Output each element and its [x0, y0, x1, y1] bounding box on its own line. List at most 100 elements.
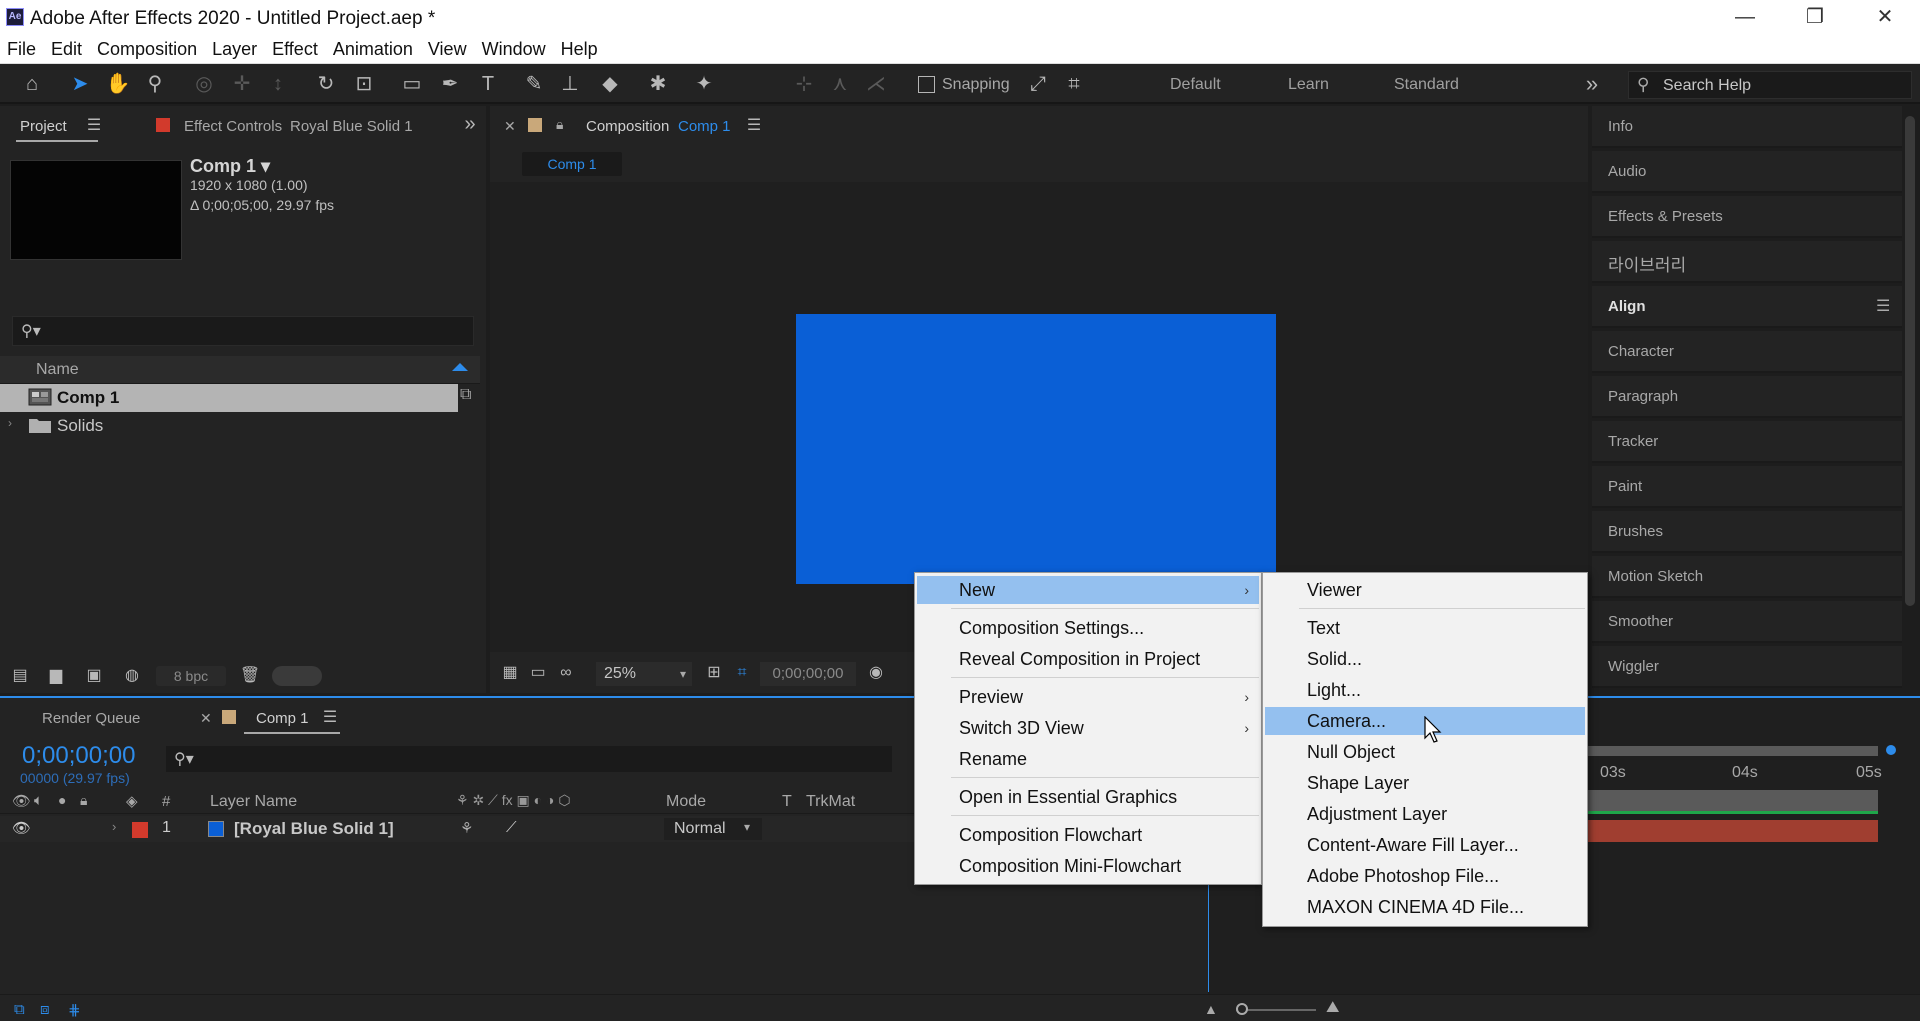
panel-paragraph[interactable]: Paragraph: [1592, 376, 1902, 418]
menu-item-rename[interactable]: Rename: [917, 745, 1259, 773]
layer-switches-toggle-icon[interactable]: ⧉: [14, 1001, 25, 1018]
trash-icon[interactable]: 🗑: [236, 662, 264, 690]
eraser-tool-icon[interactable]: ◆: [596, 70, 624, 98]
tab-timeline-comp[interactable]: Comp 1: [256, 710, 309, 727]
end-marker[interactable]: [1886, 745, 1896, 755]
clone-stamp-tool-icon[interactable]: ⊥: [556, 70, 584, 98]
menu-item-solid[interactable]: Solid...: [1265, 645, 1585, 673]
panel-menu-icon[interactable]: ☰: [316, 704, 344, 732]
time-navigator[interactable]: [1588, 746, 1878, 756]
panel-audio[interactable]: Audio: [1592, 151, 1902, 193]
right-panel-scrollbar[interactable]: [1902, 106, 1918, 606]
selection-tool-icon[interactable]: ➤: [66, 70, 94, 98]
audio-switch-icon[interactable]: 🔈︎: [34, 792, 43, 809]
solo-icon[interactable]: ●: [58, 792, 66, 808]
pan-camera-icon[interactable]: ✛: [228, 70, 256, 98]
blend-mode-dropdown[interactable]: Normal ▾: [664, 818, 762, 840]
comp-info-name[interactable]: Comp 1 ▾: [190, 156, 270, 177]
menu-window[interactable]: Window: [475, 36, 554, 60]
panel-wiggler[interactable]: Wiggler: [1592, 646, 1902, 688]
tab-composition[interactable]: Composition: [586, 118, 669, 135]
menu-item-composition-mini-flowchart[interactable]: Composition Mini-Flowchart: [917, 852, 1259, 880]
close-tab-icon[interactable]: ✕: [504, 118, 516, 135]
snap-features-icon[interactable]: ⌗: [1060, 70, 1088, 98]
rotation-tool-icon[interactable]: ↻: [312, 70, 340, 98]
grid-guide-icon[interactable]: ⊞: [700, 659, 728, 687]
roto-brush-tool-icon[interactable]: ✱: [644, 70, 672, 98]
scrollbar-thumb[interactable]: [1905, 116, 1915, 606]
expand-chevron-icon[interactable]: ›: [112, 819, 116, 834]
menu-item-text[interactable]: Text: [1265, 614, 1585, 642]
panel-overflow-icon[interactable]: »: [456, 110, 484, 138]
restore-button[interactable]: ❐: [1780, 0, 1850, 36]
royal-blue-solid[interactable]: [796, 314, 1276, 584]
timeline-search-input[interactable]: ⚲▾: [166, 746, 892, 772]
menu-item-switch-3d-view[interactable]: Switch 3D View ›: [917, 714, 1259, 742]
local-axis-icon[interactable]: ⊹: [790, 70, 818, 98]
zoom-tool-icon[interactable]: ⚲: [141, 70, 169, 98]
project-settings-icon[interactable]: ◍: [118, 662, 146, 690]
work-area-bar[interactable]: [1588, 790, 1878, 814]
expand-chevron-icon[interactable]: ›: [8, 416, 12, 430]
zoom-in-icon[interactable]: ⛰: [1326, 999, 1339, 1017]
new-composition-icon[interactable]: ▣: [80, 662, 108, 690]
orbit-camera-icon[interactable]: ◎: [190, 70, 218, 98]
menu-composition[interactable]: Composition: [90, 36, 205, 60]
project-item-solids[interactable]: › Solids: [0, 412, 458, 440]
snapping-checkbox[interactable]: [918, 76, 935, 93]
magnification-dropdown[interactable]: 25% ▾: [596, 662, 692, 686]
timeline-current-time[interactable]: 0;00;00;00: [22, 742, 135, 770]
menu-item-preview[interactable]: Preview ›: [917, 683, 1259, 711]
menu-item-composition-settings[interactable]: Composition Settings...: [917, 614, 1259, 642]
video-switch-icon[interactable]: 👁︎: [12, 792, 31, 810]
type-tool-icon[interactable]: T: [474, 70, 502, 98]
thumbnail-slider[interactable]: [272, 666, 322, 686]
menu-item-new[interactable]: New ›: [917, 576, 1259, 604]
panel-motion-sketch[interactable]: Motion Sketch: [1592, 556, 1902, 598]
panel-tracker[interactable]: Tracker: [1592, 421, 1902, 463]
panel-menu-icon[interactable]: ☰: [1876, 296, 1890, 316]
lock-icon[interactable]: 🔒︎: [80, 792, 87, 809]
menu-item-content-aware-fill[interactable]: Content-Aware Fill Layer...: [1265, 831, 1585, 859]
project-item-comp[interactable]: Comp 1: [0, 384, 458, 412]
menu-file[interactable]: File: [0, 36, 44, 60]
panel-character[interactable]: Character: [1592, 331, 1902, 373]
panel-brushes[interactable]: Brushes: [1592, 511, 1902, 553]
snapshot-icon[interactable]: ◉: [862, 659, 890, 687]
pan-behind-tool-icon[interactable]: ⊡: [350, 70, 378, 98]
duration-toggle-icon[interactable]: ⋕: [68, 1001, 81, 1019]
menu-view[interactable]: View: [421, 36, 475, 60]
panel-info[interactable]: Info: [1592, 106, 1902, 148]
close-tab-icon[interactable]: ✕: [200, 710, 212, 727]
puppet-pin-tool-icon[interactable]: ✦: [690, 70, 718, 98]
menu-item-reveal-composition[interactable]: Reveal Composition in Project: [917, 645, 1259, 673]
view-axis-icon[interactable]: ⋌: [862, 70, 890, 98]
layer-duration-bar[interactable]: [1588, 820, 1878, 842]
shy-switch-icon[interactable]: ⚘: [460, 819, 473, 837]
region-of-interest-icon[interactable]: ⌗: [728, 659, 756, 687]
panel-smoother[interactable]: Smoother: [1592, 601, 1902, 643]
quality-switch-icon[interactable]: ⟋: [506, 819, 517, 836]
column-layer-name[interactable]: Layer Name: [210, 793, 297, 811]
workspace-standard[interactable]: Standard: [1394, 76, 1459, 94]
flowchart-icon[interactable]: ⧉: [460, 386, 471, 404]
snap-edges-icon[interactable]: ⤢: [1024, 70, 1052, 98]
eye-icon[interactable]: 👁︎: [12, 819, 31, 837]
monitor-icon[interactable]: ▭: [524, 659, 552, 687]
layer-name[interactable]: [Royal Blue Solid 1]: [234, 819, 394, 839]
always-preview-icon[interactable]: ▦: [496, 659, 524, 687]
panel-paint[interactable]: Paint: [1592, 466, 1902, 508]
sort-ascending-icon[interactable]: [452, 363, 468, 371]
tab-project[interactable]: Project: [20, 118, 67, 135]
lock-icon[interactable]: 🔒︎: [556, 116, 563, 133]
rectangle-tool-icon[interactable]: ▭: [398, 70, 426, 98]
tab-composition-name[interactable]: Comp 1: [678, 118, 731, 135]
menu-item-open-essential-graphics[interactable]: Open in Essential Graphics: [917, 783, 1259, 811]
menu-item-photoshop-file[interactable]: Adobe Photoshop File...: [1265, 862, 1585, 890]
menu-item-cinema-4d-file[interactable]: MAXON CINEMA 4D File...: [1265, 893, 1585, 921]
world-axis-icon[interactable]: ⋏: [826, 70, 854, 98]
dolly-camera-icon[interactable]: ↕: [264, 70, 292, 98]
search-help-field[interactable]: ⚲ Search Help: [1628, 71, 1912, 99]
menu-effect[interactable]: Effect: [265, 36, 326, 60]
current-time-display[interactable]: 0;00;00;00: [760, 662, 856, 686]
